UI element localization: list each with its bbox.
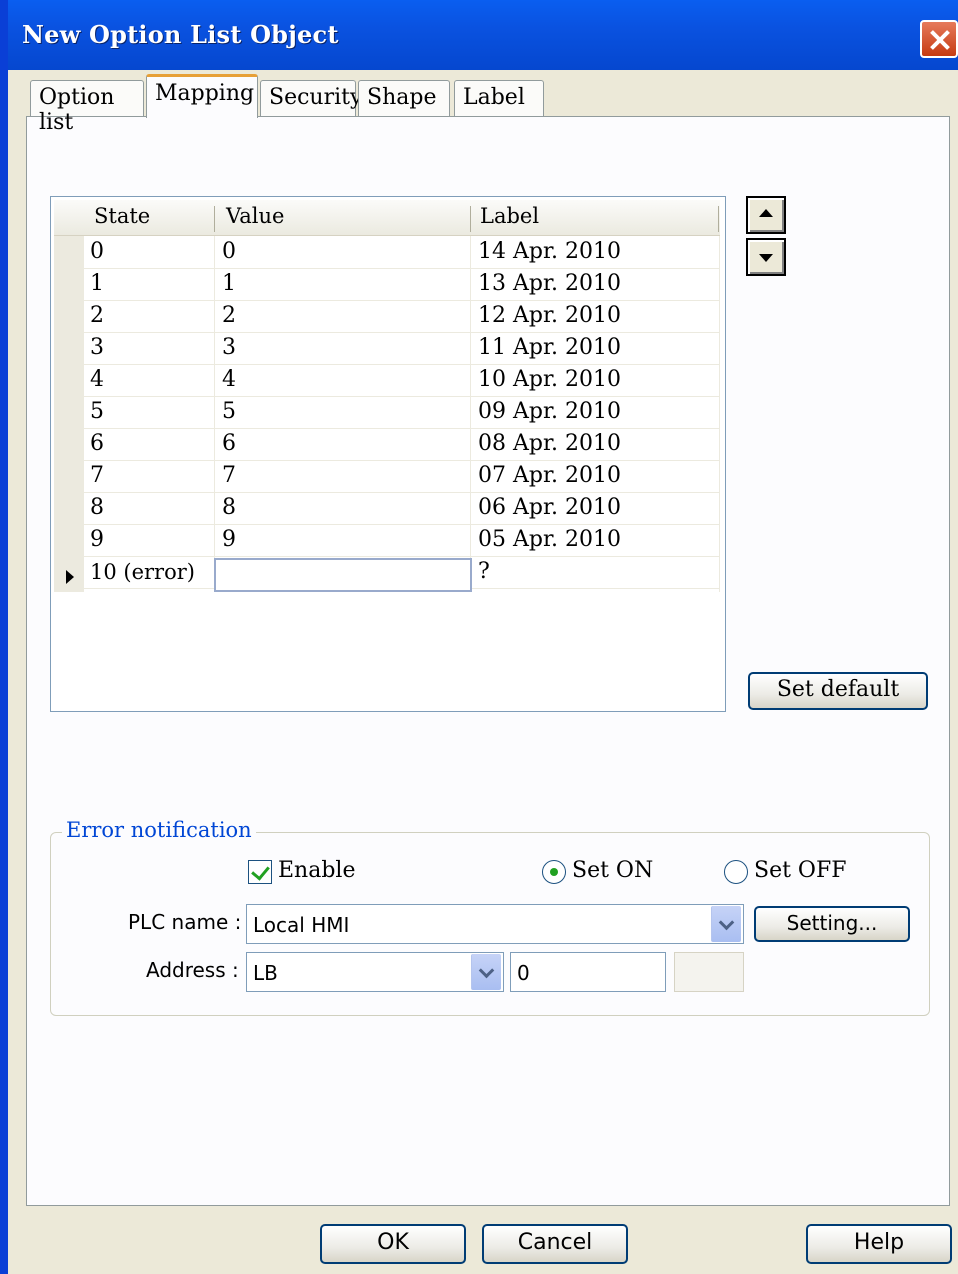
tab-label[interactable]: Label: [454, 80, 544, 116]
set-off-label[interactable]: Set OFF: [754, 858, 847, 883]
cell-label[interactable]: 06 Apr. 2010: [478, 492, 621, 524]
current-row-pointer-icon: [66, 570, 74, 584]
move-up-button[interactable]: [746, 196, 786, 234]
cell-value[interactable]: 6: [222, 428, 236, 460]
cell-label[interactable]: 12 Apr. 2010: [478, 300, 621, 332]
address-extra-field: [674, 952, 744, 992]
group-title: Error notification: [62, 818, 256, 842]
cell-value[interactable]: 1: [222, 268, 236, 300]
cell-label[interactable]: 14 Apr. 2010: [478, 236, 621, 268]
setting-button[interactable]: Setting...: [754, 906, 910, 942]
cell-label[interactable]: ?: [478, 556, 490, 588]
cell-value[interactable]: 8: [222, 492, 236, 524]
cell-state[interactable]: 3: [90, 332, 104, 364]
grid-line: [84, 460, 720, 461]
cell-state[interactable]: 6: [90, 428, 104, 460]
column-divider[interactable]: [214, 206, 215, 232]
tab-shape[interactable]: Shape: [358, 80, 450, 116]
cell-label[interactable]: 05 Apr. 2010: [478, 524, 621, 556]
column-divider[interactable]: [470, 206, 471, 232]
cell-value[interactable]: 3: [222, 332, 236, 364]
value-edit-field[interactable]: [214, 558, 472, 592]
grid-line: [719, 236, 720, 592]
enable-label[interactable]: Enable: [278, 858, 355, 883]
grid-line: [84, 268, 720, 269]
cell-value[interactable]: 7: [222, 460, 236, 492]
cell-state[interactable]: 2: [90, 300, 104, 332]
cell-state[interactable]: 0: [90, 236, 104, 268]
cell-state[interactable]: 10 (error): [90, 556, 195, 588]
set-on-radio[interactable]: [542, 860, 566, 884]
column-header-state[interactable]: State: [94, 204, 150, 228]
window-frame-left: [0, 0, 8, 1274]
cell-state[interactable]: 1: [90, 268, 104, 300]
help-button[interactable]: Help: [806, 1224, 952, 1264]
grid-line: [84, 396, 720, 397]
cell-state[interactable]: 9: [90, 524, 104, 556]
cell-label[interactable]: 13 Apr. 2010: [478, 268, 621, 300]
grid-line: [84, 524, 720, 525]
grid-line: [84, 300, 720, 301]
column-divider[interactable]: [718, 206, 719, 232]
cell-value[interactable]: 5: [222, 396, 236, 428]
grid-line: [84, 364, 720, 365]
address-label: Address :: [146, 958, 239, 982]
tab-security[interactable]: Security: [260, 80, 362, 116]
grid-line: [84, 492, 720, 493]
column-header-value[interactable]: Value: [226, 204, 284, 228]
cell-label[interactable]: 07 Apr. 2010: [478, 460, 621, 492]
cell-value[interactable]: 0: [222, 236, 236, 268]
chevron-down-icon[interactable]: [711, 906, 741, 942]
plc-name-value: Local HMI: [253, 913, 350, 937]
address-device-value: LB: [253, 961, 278, 985]
enable-checkbox[interactable]: [248, 860, 272, 884]
cell-value[interactable]: 9: [222, 524, 236, 556]
cell-label[interactable]: 08 Apr. 2010: [478, 428, 621, 460]
cell-label[interactable]: 10 Apr. 2010: [478, 364, 621, 396]
cell-state[interactable]: 5: [90, 396, 104, 428]
cell-label[interactable]: 09 Apr. 2010: [478, 396, 621, 428]
grid-line: [84, 428, 720, 429]
tab-mapping[interactable]: Mapping: [146, 74, 258, 118]
cell-state[interactable]: 4: [90, 364, 104, 396]
ok-button[interactable]: OK: [320, 1224, 466, 1264]
set-on-label[interactable]: Set ON: [572, 858, 653, 883]
window-title: New Option List Object: [22, 20, 339, 49]
move-down-button[interactable]: [746, 238, 786, 276]
grid-line: [470, 236, 471, 592]
grid-line: [214, 236, 215, 592]
address-input[interactable]: 0: [510, 952, 666, 992]
grid-line: [84, 332, 720, 333]
cell-label[interactable]: 11 Apr. 2010: [478, 332, 621, 364]
address-device-select[interactable]: LB: [246, 952, 504, 992]
mapping-grid[interactable]: [50, 196, 726, 712]
set-off-radio[interactable]: [724, 860, 748, 884]
plc-name-label: PLC name :: [128, 910, 242, 934]
chevron-down-icon[interactable]: [471, 954, 501, 990]
tab-option-list[interactable]: Option list: [30, 80, 144, 135]
cell-state[interactable]: 7: [90, 460, 104, 492]
cell-value[interactable]: 2: [222, 300, 236, 332]
column-header-label[interactable]: Label: [480, 204, 539, 228]
close-icon[interactable]: [920, 20, 958, 58]
grid-header: [54, 200, 720, 236]
cancel-button[interactable]: Cancel: [482, 1224, 628, 1264]
row-selector-column[interactable]: [54, 236, 84, 592]
cell-value[interactable]: 4: [222, 364, 236, 396]
plc-name-select[interactable]: Local HMI: [246, 904, 744, 944]
cell-state[interactable]: 8: [90, 492, 104, 524]
set-default-button[interactable]: Set default: [748, 672, 928, 710]
address-value: 0: [517, 961, 530, 985]
